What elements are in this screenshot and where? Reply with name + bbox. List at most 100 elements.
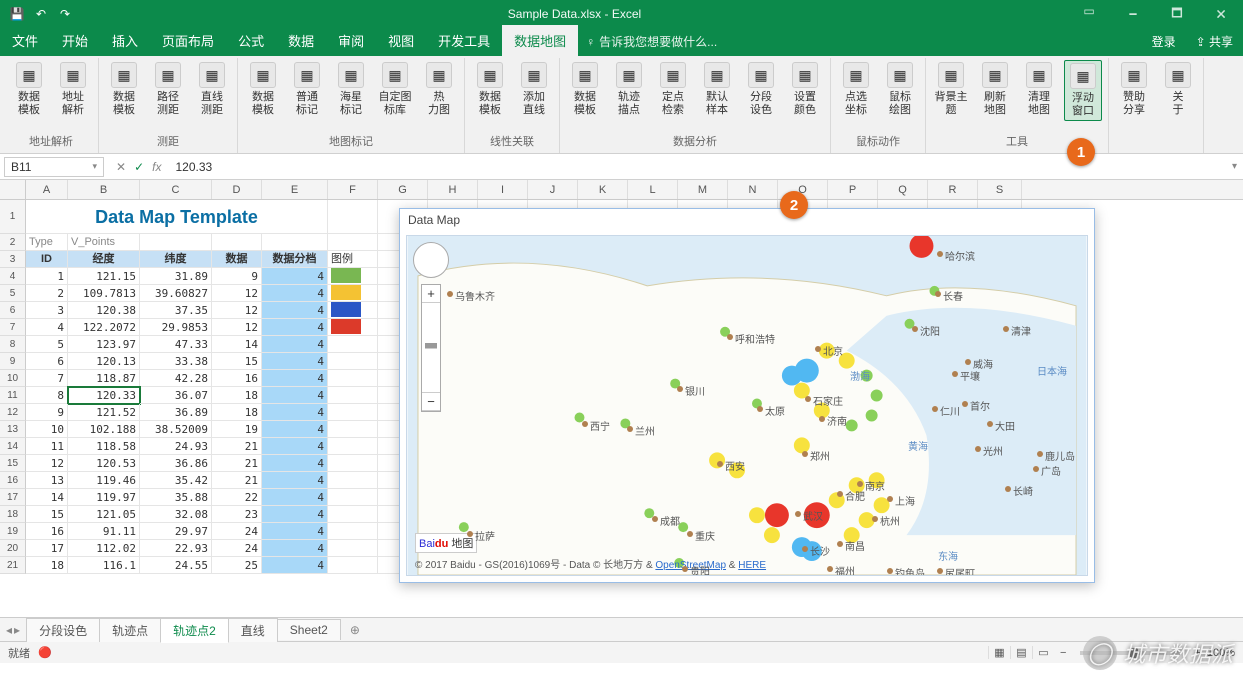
row-header[interactable]: 15	[0, 455, 26, 472]
cell[interactable]: 12	[212, 319, 262, 336]
cell[interactable]: 42.28	[140, 370, 212, 387]
col-header-F[interactable]: F	[328, 180, 378, 199]
tab-开发工具[interactable]: 开发工具	[426, 25, 502, 56]
cell[interactable]: 21	[212, 472, 262, 489]
cell[interactable]: 11	[26, 438, 68, 455]
expand-formula-icon[interactable]: ▾	[1226, 161, 1243, 172]
cell[interactable]	[328, 353, 378, 370]
tab-数据地图[interactable]: 数据地图	[502, 25, 578, 56]
col-header-H[interactable]: H	[428, 180, 478, 199]
ribbon-btn-鼠标绘图[interactable]: ▦鼠标绘图	[881, 60, 919, 119]
cell[interactable]: 102.188	[68, 421, 140, 438]
cell[interactable]	[328, 370, 378, 387]
cell[interactable]: 6	[26, 353, 68, 370]
cell[interactable]: 118.87	[68, 370, 140, 387]
cell[interactable]: 19	[212, 421, 262, 438]
redo-icon[interactable]: ↷	[56, 5, 74, 23]
row-header[interactable]: 8	[0, 336, 26, 353]
cell[interactable]: 4	[262, 285, 328, 302]
row-header[interactable]: 14	[0, 438, 26, 455]
cell[interactable]: 13	[26, 472, 68, 489]
ribbon-btn-定点检索[interactable]: ▦定点检索	[654, 60, 692, 119]
ribbon-btn-路径测距[interactable]: ▦路径测距	[149, 60, 187, 119]
view-normal-icon[interactable]: ▦	[988, 646, 1010, 659]
cell[interactable]: 经度	[68, 251, 140, 268]
close-icon[interactable]: 🗙	[1199, 4, 1243, 25]
cell[interactable]	[328, 472, 378, 489]
cell[interactable]: 4	[262, 336, 328, 353]
col-header-G[interactable]: G	[378, 180, 428, 199]
col-header-D[interactable]: D	[212, 180, 262, 199]
map-canvas[interactable]: + − Baidu 地图 © 2017 Baidu - GS(2016)1069…	[406, 235, 1088, 576]
cell[interactable]: 4	[262, 557, 328, 574]
cell[interactable]	[328, 319, 378, 336]
cell[interactable]: 25	[212, 557, 262, 574]
sheet-nav-first-icon[interactable]: ◂	[6, 623, 12, 637]
row-header[interactable]: 2	[0, 234, 26, 251]
sheet-nav-last-icon[interactable]: ▸	[14, 623, 20, 637]
cell[interactable]: 图例	[328, 251, 378, 268]
cell[interactable]: 16	[26, 523, 68, 540]
cell[interactable]: 18	[26, 557, 68, 574]
ribbon-btn-浮动窗口[interactable]: ▦浮动窗口	[1064, 60, 1102, 121]
ribbon-btn-数据模板[interactable]: ▦数据模板	[10, 60, 48, 119]
cell[interactable]: 32.08	[140, 506, 212, 523]
tab-页面布局[interactable]: 页面布局	[150, 25, 226, 56]
view-pagebreak-icon[interactable]: ▭	[1032, 646, 1054, 659]
col-header-N[interactable]: N	[728, 180, 778, 199]
cell[interactable]	[328, 421, 378, 438]
cell[interactable]: 120.33	[68, 387, 140, 404]
cell[interactable]: 16	[212, 370, 262, 387]
login-link[interactable]: 登录	[1142, 27, 1186, 56]
ribbon-btn-点选坐标[interactable]: ▦点选坐标	[837, 60, 875, 119]
cell[interactable]: 2	[26, 285, 68, 302]
tab-公式[interactable]: 公式	[226, 25, 276, 56]
cell[interactable]: 18	[212, 387, 262, 404]
cell[interactable]: 4	[262, 489, 328, 506]
row-header[interactable]: 6	[0, 302, 26, 319]
cell[interactable]: 36.89	[140, 404, 212, 421]
row-header[interactable]: 10	[0, 370, 26, 387]
worksheet-grid[interactable]: ABCDEFGHIJKLMNOPQRS 12345678910111213141…	[0, 180, 1243, 617]
col-header-M[interactable]: M	[678, 180, 728, 199]
maximize-icon[interactable]: 🗖	[1155, 4, 1199, 25]
cell[interactable]: 24	[212, 523, 262, 540]
cell[interactable]: 4	[262, 506, 328, 523]
cell[interactable]: 39.60827	[140, 285, 212, 302]
cell[interactable]	[328, 234, 378, 251]
cell[interactable]	[328, 268, 378, 285]
row-header[interactable]: 20	[0, 540, 26, 557]
cell[interactable]: 119.46	[68, 472, 140, 489]
ribbon-btn-自定图标库[interactable]: ▦自定图标库	[376, 60, 414, 119]
cell[interactable]: 35.42	[140, 472, 212, 489]
cell[interactable]: 33.38	[140, 353, 212, 370]
col-header-P[interactable]: P	[828, 180, 878, 199]
cell[interactable]	[328, 506, 378, 523]
cell[interactable]: ID	[26, 251, 68, 268]
cell[interactable]: 120.38	[68, 302, 140, 319]
row-header[interactable]: 21	[0, 557, 26, 574]
col-header-Q[interactable]: Q	[878, 180, 928, 199]
cell[interactable]: 21	[212, 455, 262, 472]
cell[interactable]: 23	[212, 506, 262, 523]
cell[interactable]: 123.97	[68, 336, 140, 353]
view-pagelayout-icon[interactable]: ▤	[1010, 646, 1032, 659]
ribbon-btn-设置颜色[interactable]: ▦设置颜色	[786, 60, 824, 119]
row-header[interactable]: 5	[0, 285, 26, 302]
zoom-in-icon[interactable]: +	[422, 285, 440, 303]
cell[interactable]: 8	[26, 387, 68, 404]
cell[interactable]: 4	[262, 472, 328, 489]
ribbon-btn-默认样本[interactable]: ▦默认样本	[698, 60, 736, 119]
cell[interactable]: Data Map Template	[26, 200, 328, 234]
cell[interactable]	[328, 302, 378, 319]
cell[interactable]	[328, 285, 378, 302]
cell[interactable]: 4	[262, 268, 328, 285]
cell[interactable]: 14	[212, 336, 262, 353]
cell[interactable]: 15	[212, 353, 262, 370]
cell[interactable]: 120.53	[68, 455, 140, 472]
zoom-out-icon[interactable]: −	[422, 393, 440, 411]
cell[interactable]: 4	[262, 540, 328, 557]
cell[interactable]: 35.88	[140, 489, 212, 506]
cell[interactable]: 1	[26, 268, 68, 285]
cell[interactable]: 12	[212, 302, 262, 319]
